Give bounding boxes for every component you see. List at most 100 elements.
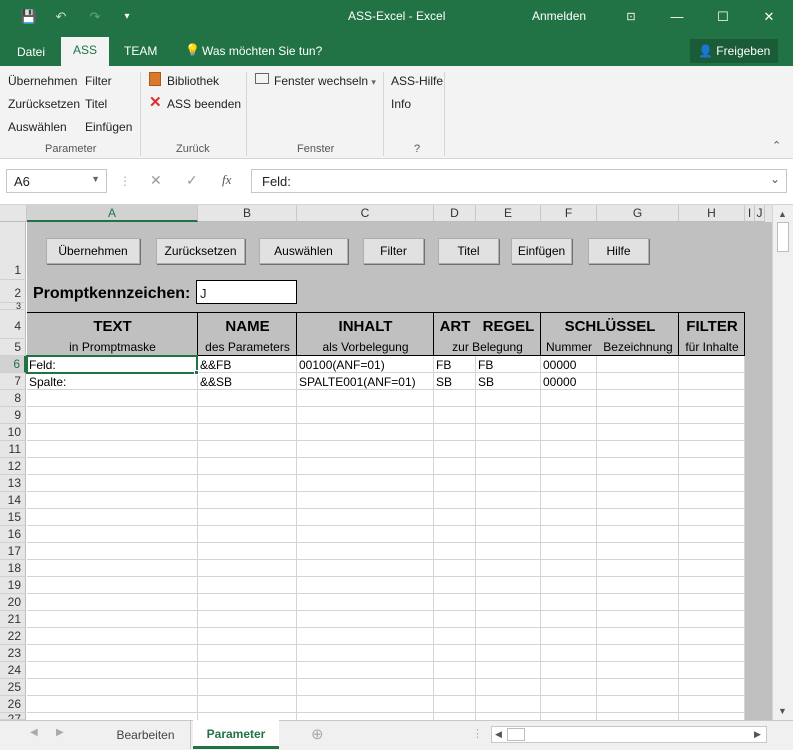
customize-qat-icon[interactable]: ▾ — [116, 6, 138, 28]
cell-c7[interactable]: SPALTE001(ANF=01) — [297, 375, 416, 389]
sheet-zuruecksetzen-button[interactable]: Zurücksetzen — [156, 238, 245, 264]
formula-input[interactable]: Feld: ⌄ — [251, 169, 787, 193]
redo-icon[interactable]: ↷ — [84, 6, 106, 28]
cell-e6[interactable]: FB — [476, 358, 493, 372]
cell-grid[interactable]: Feld: &&FB 00100(ANF=01) FB FB 00000 Spa… — [26, 355, 772, 720]
ribbon-uebernehmen[interactable]: Übernehmen — [8, 74, 77, 88]
row-header[interactable]: 4 — [0, 310, 26, 339]
column-header-h[interactable]: H — [679, 205, 745, 222]
column-header-j[interactable]: J — [755, 205, 765, 222]
ribbon-einfuegen[interactable]: Einfügen — [85, 120, 132, 134]
tell-me-search[interactable]: Was möchten Sie tun? — [202, 44, 322, 58]
row-header[interactable]: 9 — [0, 407, 26, 424]
tab-datei[interactable]: Datei — [17, 45, 45, 59]
ribbon-filter[interactable]: Filter — [85, 74, 112, 88]
row-header[interactable]: 10 — [0, 424, 26, 441]
sheet-auswaehlen-button[interactable]: Auswählen — [259, 238, 348, 264]
row-header[interactable]: 21 — [0, 611, 26, 628]
share-button[interactable]: 👤 Freigeben — [690, 39, 778, 63]
column-header-g[interactable]: G — [597, 205, 679, 222]
row-header[interactable]: 25 — [0, 679, 26, 696]
row-header[interactable]: 17 — [0, 543, 26, 560]
sheet-hilfe-button[interactable]: Hilfe — [588, 238, 649, 264]
scroll-right-icon[interactable]: ▶ — [754, 729, 761, 740]
row-header[interactable]: 8 — [0, 390, 26, 407]
row-header[interactable]: 13 — [0, 475, 26, 492]
collapse-ribbon-icon[interactable]: ⌃ — [772, 139, 781, 152]
ribbon-fenster-wechseln[interactable]: Fenster wechseln ▾ — [274, 74, 376, 88]
save-icon[interactable]: 💾 — [18, 6, 40, 28]
row-header[interactable]: 11 — [0, 441, 26, 458]
column-header-c[interactable]: C — [297, 205, 434, 222]
cell-b7[interactable]: &&SB — [198, 375, 232, 389]
sheet-einfuegen-button[interactable]: Einfügen — [511, 238, 572, 264]
column-header-e[interactable]: E — [476, 205, 541, 222]
row-header[interactable]: 1 — [0, 222, 26, 280]
cell-f6[interactable]: 00000 — [541, 358, 576, 372]
close-button[interactable]: ✕ — [758, 6, 780, 28]
undo-icon[interactable]: ↶ — [50, 6, 72, 28]
row-header[interactable]: 26 — [0, 696, 26, 713]
sheet-next-icon[interactable]: ▶ — [56, 727, 64, 738]
column-header-f[interactable]: F — [541, 205, 597, 222]
ribbon-zuruecksetzen[interactable]: Zurücksetzen — [8, 97, 80, 111]
ribbon-auswaehlen[interactable]: Auswählen — [8, 120, 67, 134]
function-icon[interactable]: fx — [222, 172, 231, 188]
column-header-a[interactable]: A — [27, 205, 198, 222]
cancel-icon[interactable]: ✕ — [150, 172, 162, 189]
minimize-button[interactable]: — — [666, 6, 688, 28]
cell-a7[interactable]: Spalte: — [27, 375, 66, 389]
cell-d6[interactable]: FB — [434, 358, 451, 372]
ribbon-bibliothek[interactable]: Bibliothek — [167, 74, 219, 88]
sheet-filter-button[interactable]: Filter — [363, 238, 424, 264]
row-header[interactable]: 2 — [0, 280, 26, 303]
row-header[interactable]: 6 — [0, 356, 26, 373]
row-header[interactable]: 14 — [0, 492, 26, 509]
scroll-down-icon[interactable]: ▼ — [778, 706, 787, 716]
select-all-corner[interactable] — [0, 205, 27, 222]
sheet-tab-bearbeiten[interactable]: Bearbeiten — [101, 721, 191, 749]
column-header-b[interactable]: B — [198, 205, 297, 222]
sheet-titel-button[interactable]: Titel — [438, 238, 499, 264]
ribbon-ass-beenden[interactable]: ASS beenden — [167, 97, 241, 111]
row-header[interactable]: 15 — [0, 509, 26, 526]
ribbon-display-icon[interactable]: ⊡ — [620, 6, 642, 28]
vertical-scrollbar[interactable]: ▲ ▼ — [772, 205, 793, 720]
tab-ass[interactable]: ASS — [61, 37, 109, 66]
scroll-up-icon[interactable]: ▲ — [778, 209, 787, 219]
row-header[interactable]: 24 — [0, 662, 26, 679]
scroll-left-icon[interactable]: ◀ — [495, 729, 502, 740]
sheet-tab-parameter[interactable]: Parameter — [193, 720, 279, 749]
tab-team[interactable]: TEAM — [124, 44, 157, 58]
row-header[interactable]: 18 — [0, 560, 26, 577]
name-box[interactable]: A6 ▼ — [6, 169, 107, 193]
row-header[interactable]: 7 — [0, 373, 26, 390]
cell-f7[interactable]: 00000 — [541, 375, 576, 389]
ribbon-info[interactable]: Info — [391, 97, 411, 111]
row-header[interactable]: 20 — [0, 594, 26, 611]
ribbon-titel[interactable]: Titel — [85, 97, 107, 111]
maximize-button[interactable]: ☐ — [712, 6, 734, 28]
row-header[interactable]: 3 — [0, 302, 26, 311]
row-header[interactable]: 23 — [0, 645, 26, 662]
cell-b6[interactable]: &&FB — [198, 358, 231, 372]
horizontal-scrollbar[interactable]: ◀ ▶ — [491, 726, 767, 743]
row-header[interactable]: 16 — [0, 526, 26, 543]
row-header[interactable]: 22 — [0, 628, 26, 645]
ribbon-ass-hilfe[interactable]: ASS-Hilfe — [391, 74, 443, 88]
expand-formula-icon[interactable]: ⌄ — [770, 172, 780, 186]
sheet-uebernehmen-button[interactable]: Übernehmen — [46, 238, 140, 264]
row-header[interactable]: 19 — [0, 577, 26, 594]
row-header[interactable]: 5 — [0, 339, 26, 356]
prompt-input[interactable]: J — [196, 280, 297, 304]
row-header[interactable]: 27 — [0, 713, 26, 720]
sheet-prev-icon[interactable]: ◀ — [30, 727, 38, 738]
enter-icon[interactable]: ✓ — [186, 172, 198, 189]
cell-a6[interactable]: Feld: — [27, 358, 56, 372]
chevron-down-icon[interactable]: ▼ — [91, 174, 100, 184]
signin-link[interactable]: Anmelden — [532, 9, 586, 23]
column-header-i[interactable]: I — [745, 205, 755, 222]
cell-e7[interactable]: SB — [476, 375, 494, 389]
cell-d7[interactable]: SB — [434, 375, 452, 389]
cell-c6[interactable]: 00100(ANF=01) — [297, 358, 385, 372]
